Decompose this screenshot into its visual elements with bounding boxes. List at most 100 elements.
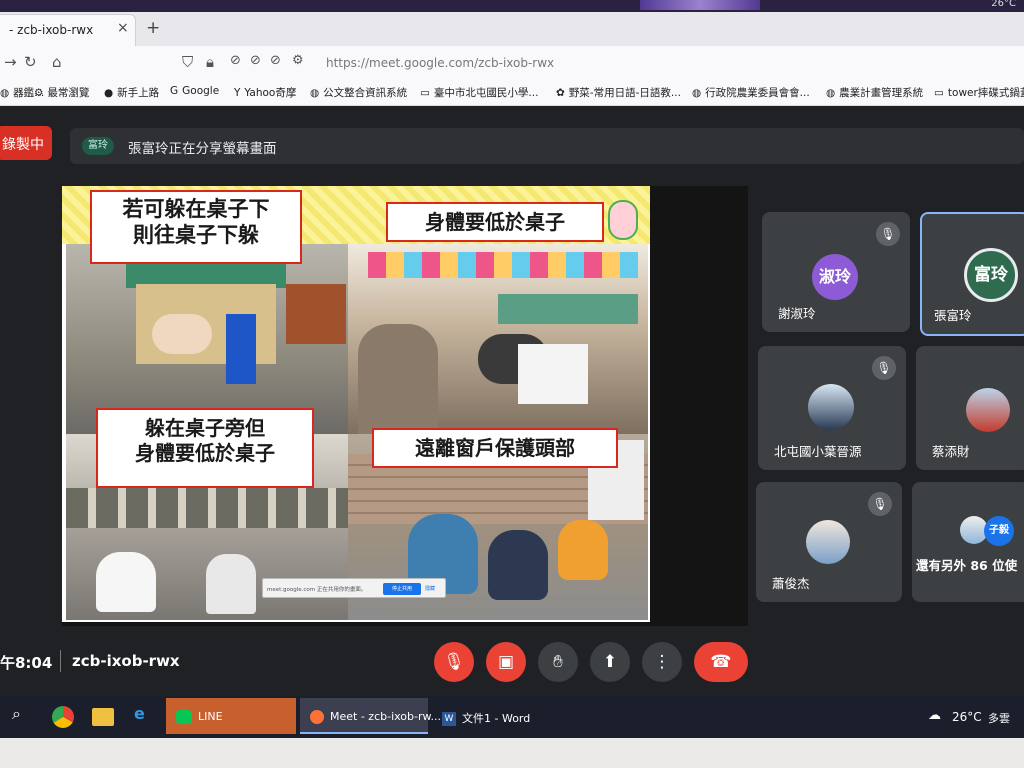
forward-icon[interactable]: → xyxy=(4,53,17,71)
participant-tile[interactable]: 蔡添財 xyxy=(916,346,1024,470)
hang-up-icon: ☎ xyxy=(710,652,732,672)
bookmark-item[interactable]: ▭ 臺中市北屯國民小學... xyxy=(420,85,538,100)
bookmark-label: 行政院農業委員會會... xyxy=(705,87,810,99)
taskbar-app-label: Meet - zcb-ixob-rw... xyxy=(330,710,441,723)
avatar: 淑玲 xyxy=(812,254,858,300)
more-participants-label: 還有另外 86 位使 xyxy=(916,558,1018,573)
home-icon[interactable]: ⌂ xyxy=(52,53,62,71)
student-2 xyxy=(206,554,256,614)
new-tab-icon[interactable]: + xyxy=(146,18,160,38)
bookmark-item[interactable]: ✿ 野菜-常用日語-日語教... xyxy=(556,85,681,100)
participant-tile[interactable]: 🎙︎ 北屯國小葉晉源 xyxy=(758,346,906,470)
yahoo-icon: Y xyxy=(234,87,241,99)
screen-permission-icon[interactable]: ⊘ xyxy=(270,53,281,68)
student xyxy=(152,314,212,354)
taskbar-app-line[interactable]: LINE xyxy=(166,698,296,734)
participant-tile-active[interactable]: 富玲 張富玲 xyxy=(920,212,1024,336)
bookmark-label: 臺中市北屯國民小學... xyxy=(433,87,539,99)
kneeling-student-2 xyxy=(488,530,548,600)
hand-icon: ✋︎ xyxy=(553,652,563,672)
divider xyxy=(60,650,61,672)
bookmark-item[interactable]: ◍ 農業計畫管理系統 xyxy=(826,85,923,100)
word-icon: W xyxy=(442,712,456,726)
meeting-code: zcb-ixob-rwx xyxy=(72,652,180,670)
top-clock: 26°C xyxy=(991,0,1016,9)
top-edge: 26°C xyxy=(0,0,1024,12)
taskbar: ⌕ e LINE Meet - zcb-ixob-rw... W 文件1 - Wo… xyxy=(0,696,1024,738)
desks-row xyxy=(66,488,348,528)
bookmark-item[interactable]: Y Yahoo奇摩 xyxy=(234,85,296,100)
call-controls: 午8:04 zcb-ixob-rwx 🎙︎ ▣ ✋︎ ⬆ ⋮ ☎ xyxy=(0,626,1024,696)
close-icon[interactable]: × xyxy=(117,20,129,36)
firefox-icon xyxy=(310,710,324,724)
mic-permission-icon[interactable]: ⊘ xyxy=(250,53,261,68)
gear-icon: ⚙ xyxy=(34,87,44,99)
navigation-bar: → ↻ ⌂ ⛉ 🔒︎ ⊘ ⊘ ⊘ ⚙ https://meet.google.c… xyxy=(0,46,1024,80)
globe-icon: ◍ xyxy=(692,87,702,99)
taskbar-app-firefox[interactable]: Meet - zcb-ixob-rw... xyxy=(300,698,441,734)
firefox-icon: ● xyxy=(104,87,114,99)
photo-classroom-students-low xyxy=(348,244,648,434)
reload-icon[interactable]: ↻ xyxy=(24,53,37,71)
present-button[interactable]: ⬆ xyxy=(590,642,630,682)
globe-icon: ◍ xyxy=(826,87,836,99)
lock-icon: 🔒︎ xyxy=(206,53,214,71)
participant-tile[interactable]: 🎙︎ 蕭俊杰 xyxy=(756,482,902,602)
present-screen-icon: ⬆ xyxy=(602,652,618,672)
address-bar[interactable]: ⛉ 🔒︎ ⊘ ⊘ ⊘ ⚙ https://meet.google.com/zcb… xyxy=(180,50,1024,76)
cartoon-girl-icon xyxy=(608,200,638,240)
participant-name: 北屯國小葉晉源 xyxy=(774,444,862,459)
blue-cloth xyxy=(226,314,256,384)
raise-hand-button[interactable]: ✋︎ xyxy=(538,642,578,682)
taskbar-app-word[interactable]: W 文件1 - Word xyxy=(432,698,562,734)
weather-temp[interactable]: 26°C xyxy=(952,710,982,724)
tab-meet[interactable]: - zcb-ixob-rwx × xyxy=(0,14,136,46)
stop-sharing-button[interactable]: 停止共用 xyxy=(383,583,421,595)
participant-tile[interactable]: 淑玲 🎙︎ 謝淑玲 xyxy=(762,212,910,332)
url-text: https://meet.google.com/zcb-ixob-rwx xyxy=(326,56,555,70)
camera-off-button[interactable]: ▣ xyxy=(486,642,526,682)
bookmark-label: 農業計畫管理系統 xyxy=(839,87,924,99)
page-icon: ▭ xyxy=(420,87,430,99)
student-1 xyxy=(96,552,156,612)
caption-under-desk: 若可躲在桌子下 則往桌子下躲 xyxy=(90,190,302,264)
camera-permission-icon[interactable]: ⊘ xyxy=(230,53,241,68)
hide-notification-button[interactable]: 隱藏 xyxy=(425,583,435,595)
chair xyxy=(286,284,346,344)
leave-call-button[interactable]: ☎ xyxy=(694,642,748,682)
more-options-button[interactable]: ⋮ xyxy=(642,642,682,682)
participant-name: 蕭俊杰 xyxy=(772,576,810,591)
more-participants-tile[interactable]: 子毅 還有另外 86 位使 xyxy=(912,482,1024,602)
folder-icon[interactable] xyxy=(92,708,114,726)
tune-icon[interactable]: ⚙ xyxy=(292,53,304,68)
bookmark-label: 新手上路 xyxy=(117,87,160,99)
bookmark-label: Yahoo奇摩 xyxy=(244,87,297,99)
tab-title: - zcb-ixob-rwx xyxy=(9,23,94,37)
decorative-glow xyxy=(640,0,760,10)
chrome-icon[interactable] xyxy=(52,706,74,728)
bookmark-item[interactable]: G Google xyxy=(170,85,219,97)
photo-under-desk xyxy=(66,244,348,434)
student-shirt xyxy=(518,344,588,404)
page-icon: ▭ xyxy=(934,87,944,99)
line-icon xyxy=(176,710,192,724)
slide: 若可躲在桌子下 則往桌子下躲 身體要低於桌子 躲在桌子旁但 身體要低於桌子 遠離… xyxy=(62,186,650,622)
edge-ie-icon[interactable]: e xyxy=(134,704,145,723)
sharing-notification-text: meet.google.com 正在共用你的畫面。 xyxy=(267,587,367,593)
globe-icon: ◍ xyxy=(0,87,10,99)
bookmark-item[interactable]: ◍ 行政院農業委員會會... xyxy=(692,85,810,100)
avatar-photo xyxy=(808,384,854,430)
weather-desc: 多雲 xyxy=(988,712,1010,725)
tab-bar: - zcb-ixob-rwx × + xyxy=(0,12,1024,46)
camera-off-icon: ▣ xyxy=(497,652,515,672)
mic-off-icon: 🎙︎ xyxy=(443,652,465,672)
bookmark-label: 最常瀏覽 xyxy=(47,87,90,99)
bookmark-label: Google xyxy=(182,85,220,97)
bookmark-item[interactable]: ⚙ 最常瀏覽 xyxy=(34,85,89,100)
bookmark-item[interactable]: ◍ 公文整合資訊系統 xyxy=(310,85,407,100)
bookmark-item[interactable]: ▭ tower摔碟式鍋蓋 xyxy=(934,85,1024,100)
bookmark-item[interactable]: ● 新手上路 xyxy=(104,85,159,100)
taskbar-app-label: 文件1 - Word xyxy=(462,712,531,725)
mic-off-button[interactable]: 🎙︎ xyxy=(434,642,474,682)
search-icon[interactable]: ⌕ xyxy=(12,704,21,724)
